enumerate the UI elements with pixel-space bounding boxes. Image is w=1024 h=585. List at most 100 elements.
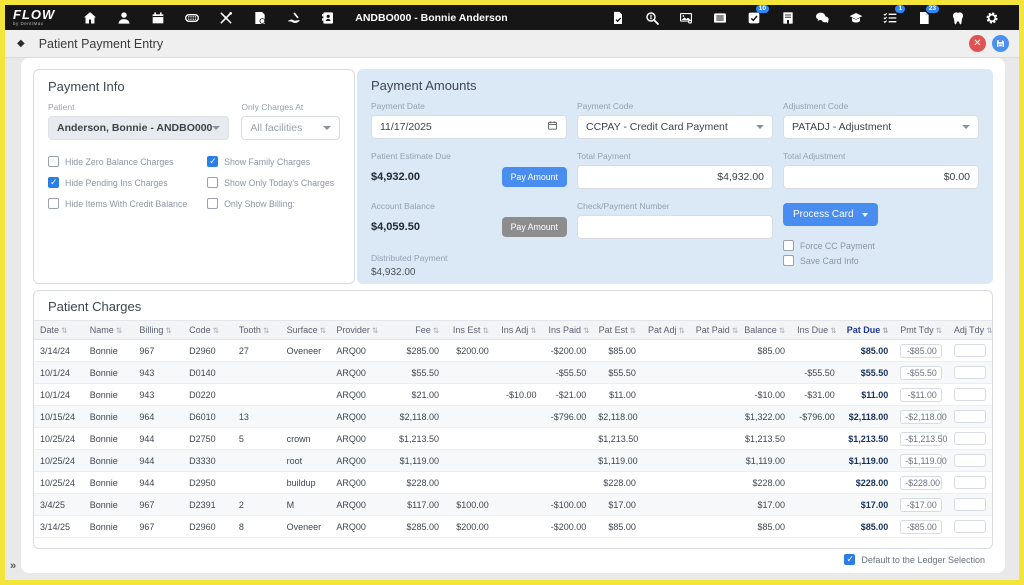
checkbox-box[interactable] <box>783 240 794 251</box>
calendar-icon[interactable] <box>150 10 166 26</box>
adjustment-code-select[interactable]: PATADJ - Adjustment <box>783 115 979 139</box>
cell-pmt-tdy[interactable]: -$85.00 <box>894 340 948 362</box>
column-header-ins-adj[interactable]: Ins Adj⇅ <box>495 321 543 340</box>
cell-pmt-tdy[interactable]: -$2,118.00 <box>894 406 948 428</box>
pmt-tdy-input[interactable]: -$1,119.00 <box>900 454 942 468</box>
sort-icon[interactable]: ⇅ <box>830 326 836 335</box>
table-row[interactable]: 10/25/24Bonnie944D3330rootARQ00$1,119.00… <box>34 450 992 472</box>
cell-adj-tdy[interactable] <box>948 472 992 494</box>
checkbox-box[interactable] <box>207 177 218 188</box>
facility-select[interactable]: All facilities <box>241 116 340 140</box>
adj-tdy-input[interactable] <box>954 388 986 401</box>
table-row[interactable]: 3/14/25Bonnie967D29608OveneerARQ00$285.0… <box>34 516 992 538</box>
checkbox-box[interactable] <box>48 177 59 188</box>
cell-pmt-tdy[interactable]: -$11.00 <box>894 384 948 406</box>
pay-amount-balance-button[interactable]: Pay Amount <box>502 217 567 237</box>
tooth-icon[interactable] <box>950 10 966 26</box>
column-header-ins-due[interactable]: Ins Due⇅ <box>791 321 841 340</box>
payment-date-input[interactable]: 11/17/2025 <box>371 115 567 139</box>
pmt-tdy-input[interactable]: -$1,213.50 <box>900 432 942 446</box>
cell-adj-tdy[interactable] <box>948 362 992 384</box>
flow-logo[interactable]: FLOW by DentiMax <box>13 8 55 27</box>
cell-adj-tdy[interactable] <box>948 406 992 428</box>
cell-pmt-tdy[interactable]: -$85.00 <box>894 516 948 538</box>
table-row[interactable]: 10/1/24Bonnie943D0220ARQ00$21.00-$10.00-… <box>34 384 992 406</box>
sort-icon[interactable]: ⇅ <box>583 326 589 335</box>
table-row[interactable]: 3/4/25Bonnie967D23912MARQ00$117.00$100.0… <box>34 494 992 516</box>
sort-icon[interactable]: ⇅ <box>61 326 67 335</box>
pmt-tdy-input[interactable]: -$55.50 <box>900 366 942 380</box>
pmt-tdy-input[interactable]: -$85.00 <box>900 520 942 534</box>
denture-icon[interactable] <box>184 10 200 26</box>
column-header-pmt-tdy[interactable]: Pmt Tdy⇅ <box>894 321 948 340</box>
checkbox-hide-credit-balance[interactable]: Hide Items With Credit Balance <box>48 198 193 209</box>
checkbox-box[interactable] <box>48 198 59 209</box>
adj-tdy-input[interactable] <box>954 344 986 357</box>
expand-sidebar-button[interactable]: » <box>10 560 16 572</box>
sort-icon[interactable]: ⇅ <box>213 326 219 335</box>
graduation-cap-icon[interactable] <box>848 10 864 26</box>
imaging-icon[interactable] <box>678 10 694 26</box>
documents-icon[interactable]: 23 <box>916 10 932 26</box>
home-icon[interactable] <box>82 10 98 26</box>
close-button[interactable]: ✕ <box>969 35 986 52</box>
process-card-button[interactable]: Process Card <box>783 203 878 226</box>
checklist-icon[interactable]: 1 <box>882 10 898 26</box>
adj-tdy-input[interactable] <box>954 520 986 533</box>
adj-tdy-input[interactable] <box>954 432 986 445</box>
person-icon[interactable] <box>116 10 132 26</box>
cell-pmt-tdy[interactable]: -$1,213.50 <box>894 428 948 450</box>
checkbox-box[interactable] <box>783 255 794 266</box>
tasks-icon[interactable]: 10 <box>746 10 762 26</box>
pmt-tdy-input[interactable]: -$85.00 <box>900 344 942 358</box>
sort-icon[interactable]: ⇅ <box>433 326 439 335</box>
checkbox-force-cc-payment[interactable]: Force CC Payment <box>783 240 979 251</box>
cell-adj-tdy[interactable] <box>948 428 992 450</box>
checkbox-hide-pending-ins[interactable]: Hide Pending Ins Charges <box>48 177 193 188</box>
column-header-pat-paid[interactable]: Pat Paid⇅ <box>690 321 738 340</box>
pmt-tdy-input[interactable]: -$2,118.00 <box>900 410 942 424</box>
column-header-date[interactable]: Date⇅ <box>34 321 84 340</box>
adj-tdy-input[interactable] <box>954 476 986 489</box>
pmt-tdy-input[interactable]: -$228.00 <box>900 476 942 490</box>
pay-amount-estimate-button[interactable]: Pay Amount <box>502 167 567 187</box>
pmt-tdy-input[interactable]: -$11.00 <box>900 388 942 402</box>
sort-icon[interactable]: ⇅ <box>530 326 536 335</box>
adj-tdy-input[interactable] <box>954 366 986 379</box>
sort-icon[interactable]: ⇅ <box>986 326 992 335</box>
column-header-billing[interactable]: Billing⇅ <box>133 321 183 340</box>
cell-adj-tdy[interactable] <box>948 450 992 472</box>
table-row[interactable]: 3/14/24Bonnie967D296027OveneerARQ00$285.… <box>34 340 992 362</box>
checkbox-show-today[interactable]: Show Only Today's Charges <box>207 177 340 188</box>
cell-pmt-tdy[interactable]: -$228.00 <box>894 472 948 494</box>
sort-icon[interactable]: ⇅ <box>678 326 684 335</box>
column-header-ins-paid[interactable]: Ins Paid⇅ <box>543 321 593 340</box>
column-header-name[interactable]: Name⇅ <box>84 321 134 340</box>
sort-icon[interactable]: ⇅ <box>320 326 326 335</box>
total-payment-input[interactable]: $4,932.00 <box>577 165 773 189</box>
document-check-icon[interactable] <box>610 10 626 26</box>
checkbox-box[interactable] <box>207 198 218 209</box>
payment-code-select[interactable]: CCPAY - Credit Card Payment <box>577 115 773 139</box>
sort-icon[interactable]: ⇅ <box>116 326 122 335</box>
checkbox-save-card-info[interactable]: Save Card Info <box>783 255 979 266</box>
sort-icon[interactable]: ⇅ <box>732 326 738 335</box>
checkbox-box[interactable] <box>844 554 855 565</box>
checkbox-only-show-billing[interactable]: Only Show Billing: <box>207 198 340 209</box>
table-row[interactable]: 10/25/24Bonnie944D2950buildupARQ00$228.0… <box>34 472 992 494</box>
adj-tdy-input[interactable] <box>954 410 986 423</box>
hand-tool-icon[interactable] <box>286 10 302 26</box>
settings-icon[interactable] <box>984 10 1000 26</box>
table-row[interactable]: 10/25/24Bonnie944D27505crownARQ00$1,213.… <box>34 428 992 450</box>
column-header-provider[interactable]: Provider⇅ <box>330 321 387 340</box>
save-button[interactable] <box>992 35 1009 52</box>
column-header-pat-est[interactable]: Pat Est⇅ <box>592 321 642 340</box>
table-row[interactable]: 10/1/24Bonnie943D0140ARQ00$55.50-$55.50$… <box>34 362 992 384</box>
diamond-icon[interactable]: ◆ <box>17 38 25 49</box>
column-header-adj-tdy[interactable]: Adj Tdy⇅ <box>948 321 992 340</box>
sort-icon[interactable]: ⇅ <box>630 326 636 335</box>
cell-adj-tdy[interactable] <box>948 516 992 538</box>
column-header-code[interactable]: Code⇅ <box>183 321 233 340</box>
chat-icon[interactable] <box>814 10 830 26</box>
address-book-icon[interactable] <box>320 10 336 26</box>
